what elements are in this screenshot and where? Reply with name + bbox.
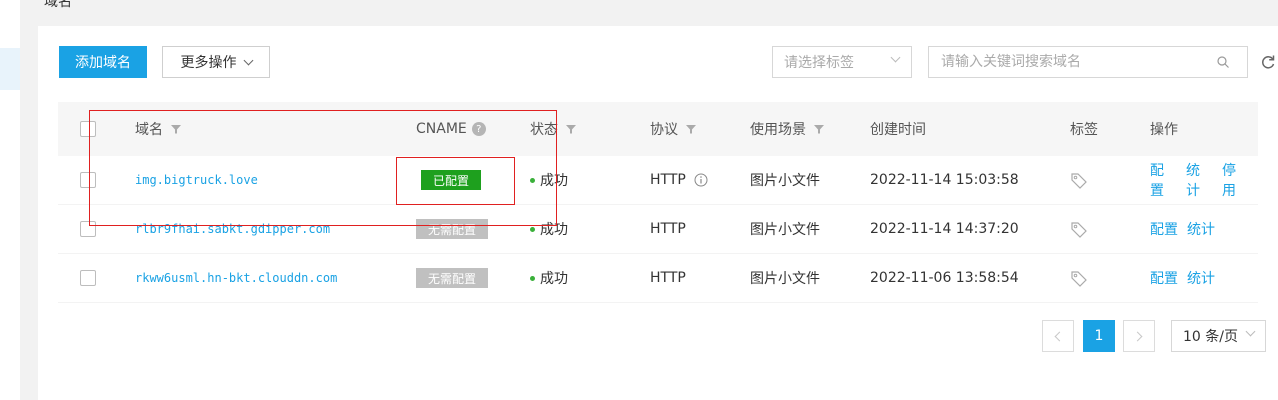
- status-cell: 成功: [530, 156, 568, 204]
- actions-cell: 配置 统计: [1150, 254, 1224, 302]
- created-time-cell: 2022-11-14 14:37:20: [870, 221, 1019, 237]
- status-cell: 成功: [530, 254, 568, 302]
- domain-search: [928, 46, 1248, 78]
- refresh-icon[interactable]: [1260, 54, 1276, 70]
- scenario-cell: 图片小文件: [750, 222, 820, 238]
- column-header-scenario: 使用场景: [750, 102, 824, 156]
- statistics-link[interactable]: 统计: [1186, 160, 1213, 200]
- statistics-link[interactable]: 统计: [1187, 219, 1215, 239]
- table-row: rlbr9fhai.sabkt.gdipper.com 无需配置 成功 HTTP…: [58, 205, 1258, 254]
- more-actions-button[interactable]: 更多操作: [162, 46, 270, 78]
- chevron-down-icon: [243, 55, 253, 65]
- actions-cell: 配置 统计 停用: [1150, 156, 1258, 204]
- domain-link[interactable]: img.bigtruck.love: [135, 156, 258, 204]
- tag-cell: [1070, 205, 1088, 253]
- protocol-cell: HTTP: [650, 221, 686, 237]
- select-all-cell: [80, 102, 96, 156]
- table-row: img.bigtruck.love 已配置 成功 HTTP 图片小文件 2022…: [58, 156, 1258, 205]
- chevron-down-icon: [1245, 326, 1256, 337]
- page-number-current[interactable]: 1: [1083, 320, 1115, 352]
- next-page-button[interactable]: [1123, 320, 1155, 352]
- configure-link[interactable]: 配置: [1150, 268, 1178, 288]
- select-all-checkbox[interactable]: [80, 121, 96, 137]
- table-header: 域名 CNAME ? 状态 协议 使用场景 创建时间 标签 操作: [58, 102, 1258, 156]
- row-select-cell: [80, 254, 96, 302]
- domain-list-panel: 添加域名 更多操作 请选择标签 域名 CNAME ?: [38, 26, 1278, 400]
- info-icon[interactable]: [694, 173, 708, 187]
- status-text: 成功: [540, 173, 568, 189]
- scenario-cell: 图片小文件: [750, 173, 820, 189]
- column-header-label: CNAME: [416, 121, 467, 137]
- tag-select[interactable]: 请选择标签: [772, 46, 912, 78]
- more-actions-label: 更多操作: [180, 55, 237, 71]
- cname-cell: 无需配置: [416, 254, 489, 302]
- help-icon[interactable]: ?: [471, 122, 486, 136]
- page-size-value: 10 条/页: [1183, 329, 1238, 345]
- page-title: 域名: [44, 0, 72, 10]
- created-time-cell: 2022-11-06 13:58:54: [870, 270, 1019, 286]
- column-header-label: 域名: [135, 122, 163, 138]
- chevron-down-icon: [890, 52, 901, 63]
- column-header-domain: 域名: [135, 102, 181, 156]
- left-nav-rail: [0, 0, 20, 400]
- search-icon[interactable]: [1217, 56, 1229, 68]
- filter-icon[interactable]: [686, 124, 696, 134]
- cname-cell: 无需配置: [416, 205, 489, 253]
- status-cell: 成功: [530, 205, 568, 253]
- cname-cell: 已配置: [421, 156, 482, 204]
- status-dot: [530, 177, 535, 183]
- column-header-label: 协议: [650, 122, 678, 138]
- add-domain-button[interactable]: 添加域名: [59, 46, 147, 78]
- configure-link[interactable]: 配置: [1150, 219, 1178, 239]
- statistics-link[interactable]: 统计: [1187, 268, 1215, 288]
- cname-status-badge: 无需配置: [416, 268, 489, 288]
- row-select-cell: [80, 205, 96, 253]
- domain-link[interactable]: rkww6usml.hn-bkt.clouddn.com: [135, 254, 337, 302]
- row-select-cell: [80, 156, 96, 204]
- status-dot: [530, 275, 535, 281]
- tag-icon[interactable]: [1070, 171, 1088, 189]
- status-text: 成功: [540, 271, 568, 287]
- protocol-text: HTTP: [650, 172, 686, 188]
- column-header-actions: 操作: [1150, 122, 1178, 138]
- actions-cell: 配置 统计: [1150, 205, 1224, 253]
- status-text: 成功: [540, 222, 568, 238]
- column-header-label: 使用场景: [750, 122, 806, 138]
- column-header-cname: CNAME ?: [416, 102, 486, 156]
- column-header-label: 状态: [530, 122, 558, 138]
- column-header-status: 状态: [530, 102, 576, 156]
- filter-icon[interactable]: [814, 124, 824, 134]
- left-nav-active-item[interactable]: [0, 48, 20, 90]
- tag-cell: [1070, 254, 1088, 302]
- table-row: rkww6usml.hn-bkt.clouddn.com 无需配置 成功 HTT…: [58, 254, 1258, 303]
- protocol-cell: HTTP: [650, 270, 686, 286]
- tag-icon[interactable]: [1070, 269, 1088, 287]
- created-time-cell: 2022-11-14 15:03:58: [870, 172, 1019, 188]
- tag-select-placeholder: 请选择标签: [784, 55, 854, 71]
- filter-icon[interactable]: [171, 124, 181, 134]
- domain-table: 域名 CNAME ? 状态 协议 使用场景 创建时间 标签 操作 img.big…: [58, 102, 1258, 303]
- row-checkbox[interactable]: [80, 172, 96, 188]
- chevron-right-icon: [1132, 331, 1143, 341]
- disable-link[interactable]: 停用: [1222, 160, 1249, 200]
- scenario-cell: 图片小文件: [750, 271, 820, 287]
- status-dot: [530, 226, 535, 232]
- column-header-tags: 标签: [1070, 122, 1098, 138]
- domain-link[interactable]: rlbr9fhai.sabkt.gdipper.com: [135, 205, 330, 253]
- filter-icon[interactable]: [566, 124, 576, 134]
- configure-link[interactable]: 配置: [1150, 160, 1177, 200]
- prev-page-button[interactable]: [1042, 320, 1074, 352]
- tag-cell: [1070, 156, 1088, 204]
- chevron-left-icon: [1054, 331, 1065, 341]
- tag-icon[interactable]: [1070, 220, 1088, 238]
- row-checkbox[interactable]: [80, 221, 96, 237]
- cname-status-badge: 已配置: [421, 170, 482, 190]
- column-header-created: 创建时间: [870, 122, 926, 138]
- page-size-select[interactable]: 10 条/页: [1171, 320, 1266, 352]
- search-input[interactable]: [929, 47, 1209, 77]
- protocol-cell: HTTP: [650, 156, 708, 204]
- row-checkbox[interactable]: [80, 270, 96, 286]
- cname-status-badge: 无需配置: [416, 219, 489, 239]
- column-header-protocol: 协议: [650, 102, 696, 156]
